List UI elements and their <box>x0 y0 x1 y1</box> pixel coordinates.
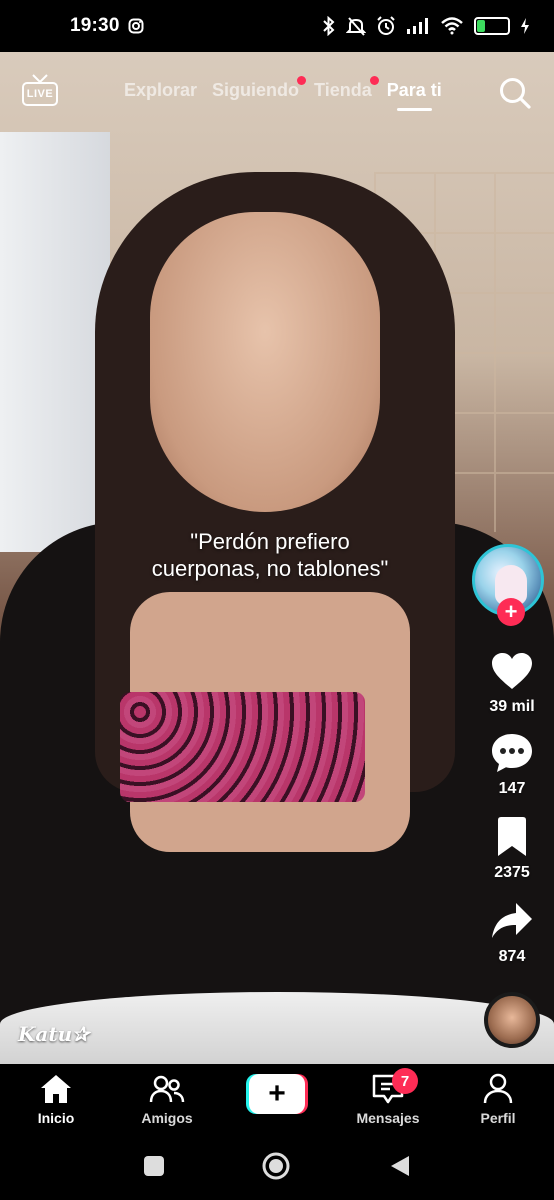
tab-explorar[interactable]: Explorar <box>124 80 197 101</box>
share-button[interactable]: 874 <box>480 898 544 966</box>
nav-profile[interactable]: Perfil <box>453 1072 543 1126</box>
caption-line-2: cuerponas, no tablones" <box>151 556 389 581</box>
save-count: 2375 <box>494 864 530 881</box>
comment-icon <box>492 734 532 772</box>
live-label: LIVE <box>22 82 58 106</box>
charging-icon <box>521 18 529 34</box>
video-caption-overlay: "Perdón prefiero cuerponas, no tablones" <box>110 528 430 582</box>
tab-siguiendo-label: Siguiendo <box>212 80 300 100</box>
back-button[interactable] <box>388 1154 412 1178</box>
active-tab-indicator <box>396 108 432 111</box>
inbox-badge: 7 <box>392 1068 418 1094</box>
sound-disc-button[interactable] <box>484 992 540 1048</box>
tab-para-ti-label: Para ti <box>386 80 442 100</box>
like-button[interactable]: 39 mil <box>480 648 544 716</box>
follow-button[interactable]: + <box>497 598 525 626</box>
status-bar: 19:30 26 <box>0 0 554 52</box>
nav-home-label: Inicio <box>37 1110 75 1126</box>
nav-friends[interactable]: Amigos <box>122 1072 212 1126</box>
status-time-group: 19:30 <box>70 15 144 37</box>
video-scene-curtain <box>0 132 110 552</box>
mute-icon <box>346 17 366 36</box>
status-time: 19:30 <box>70 15 120 36</box>
live-button[interactable]: LIVE <box>22 74 58 108</box>
caption-line-1: "Perdón prefiero <box>190 529 350 554</box>
tab-explorar-label: Explorar <box>124 80 198 100</box>
bluetooth-icon <box>323 16 335 36</box>
comment-count: 147 <box>498 780 526 797</box>
status-icons: 26 <box>322 16 530 36</box>
bookmark-icon <box>498 817 526 856</box>
nav-inbox-label: Mensajes <box>356 1110 420 1126</box>
profile-icon <box>483 1073 513 1104</box>
system-nav-bar <box>0 1136 554 1200</box>
heart-icon <box>492 653 532 689</box>
alarm-icon <box>377 16 395 35</box>
signal-icon <box>407 18 428 34</box>
plus-icon: + <box>249 1074 305 1114</box>
tab-tienda[interactable]: Tienda <box>314 76 379 101</box>
battery-icon: 26 <box>474 17 510 35</box>
battery-level: 26 <box>485 19 499 33</box>
search-button[interactable] <box>498 76 532 110</box>
search-icon <box>500 78 531 109</box>
notification-dot <box>297 76 307 85</box>
nav-home[interactable]: Inicio <box>11 1072 101 1126</box>
creator-watermark: Katu✰ <box>18 1022 89 1046</box>
nav-inbox[interactable]: Mensajes <box>343 1072 433 1126</box>
share-count: 874 <box>498 948 526 965</box>
nav-friends-label: Amigos <box>141 1110 193 1126</box>
nav-profile-label: Perfil <box>480 1110 516 1126</box>
video-scene-top <box>120 692 365 802</box>
create-button[interactable]: + <box>246 1074 308 1114</box>
like-count: 39 mil <box>489 698 535 715</box>
friends-icon <box>149 1075 185 1103</box>
comment-button[interactable]: 147 <box>480 730 544 798</box>
recents-button[interactable] <box>142 1154 166 1178</box>
bottom-nav: Inicio Amigos + Mensajes 7 Perfil <box>0 1064 554 1136</box>
wifi-icon <box>441 17 463 35</box>
video-scene-face <box>150 212 380 512</box>
save-button[interactable]: 2375 <box>480 814 544 882</box>
tab-tienda-label: Tienda <box>314 80 372 100</box>
home-icon <box>41 1075 71 1103</box>
creator-avatar-button[interactable]: + <box>472 544 548 626</box>
tab-siguiendo[interactable]: Siguiendo <box>212 76 307 101</box>
top-nav: LIVE Explorar Siguiendo Tienda Para ti <box>0 52 554 132</box>
tab-para-ti[interactable]: Para ti <box>386 80 442 111</box>
notification-dot <box>369 76 379 85</box>
share-arrow-icon <box>492 903 532 938</box>
feed-tabs: Explorar Siguiendo Tienda Para ti <box>124 76 442 111</box>
home-button[interactable] <box>261 1151 291 1181</box>
instagram-icon <box>128 18 144 34</box>
